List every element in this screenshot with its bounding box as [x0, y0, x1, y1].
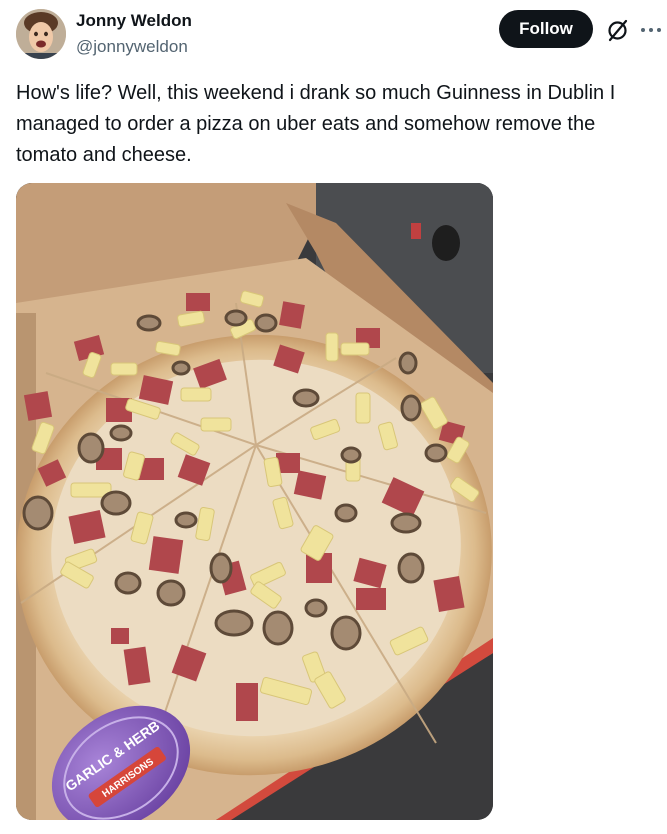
follow-button[interactable]: Follow — [499, 10, 593, 48]
tweet-text: How's life? Well, this weekend i drank s… — [16, 82, 621, 166]
tweet-photo[interactable]: GARLIC & HERB HARRISONS — [16, 183, 493, 820]
avatar[interactable] — [16, 9, 66, 59]
tweet-header: Jonny Weldon @jonnyweldon Follow — [0, 0, 667, 70]
author-block: Jonny Weldon @jonnyweldon — [76, 10, 192, 58]
avatar-image — [16, 9, 66, 59]
more-options-icon[interactable] — [640, 18, 662, 42]
author-handle[interactable]: @jonnyweldon — [76, 36, 192, 58]
author-name[interactable]: Jonny Weldon — [76, 10, 192, 32]
pizza-photo: GARLIC & HERB HARRISONS — [16, 183, 493, 820]
grok-icon[interactable] — [606, 18, 630, 42]
